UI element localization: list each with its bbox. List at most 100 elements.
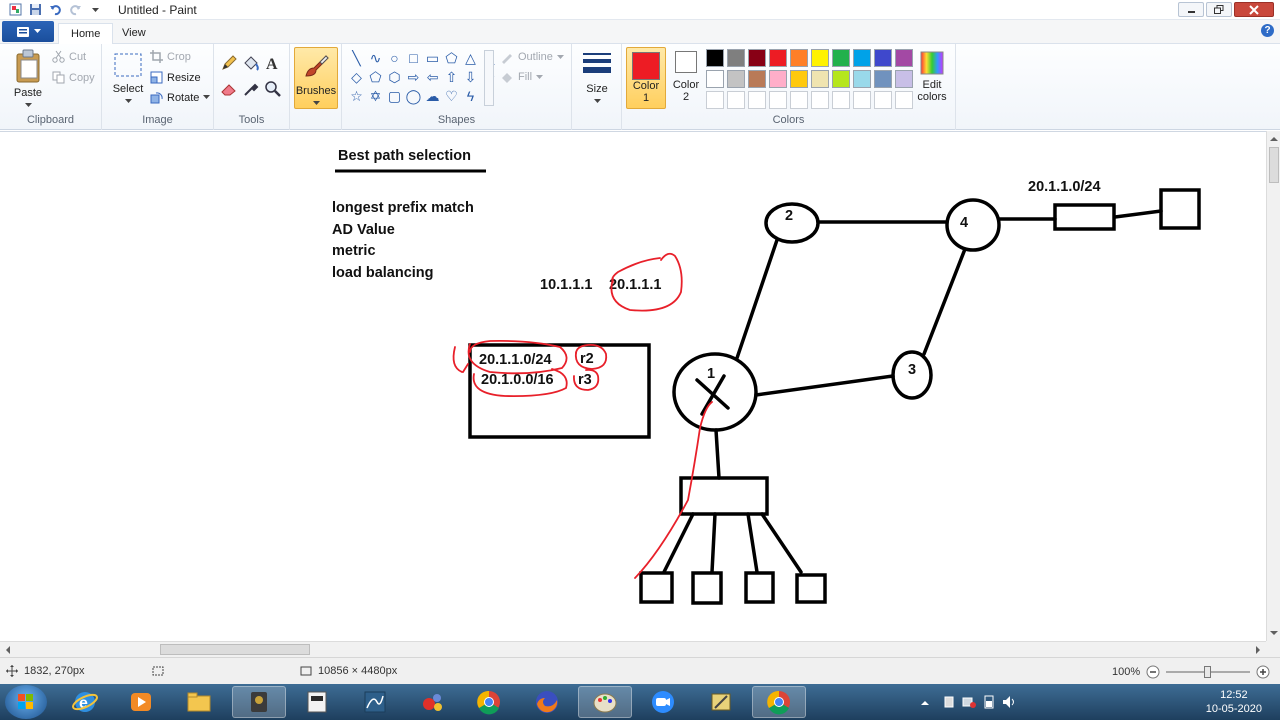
zoom-out-icon[interactable] <box>1146 665 1160 679</box>
device-icon[interactable] <box>942 695 956 709</box>
lightning-shape-icon[interactable]: ϟ <box>462 88 479 105</box>
triangle-shape-icon[interactable]: △ <box>462 50 479 67</box>
palette-swatch-14[interactable] <box>790 70 808 88</box>
fill-tool[interactable] <box>242 54 260 72</box>
shapes-scroll[interactable] <box>484 50 494 106</box>
magnifier-tool[interactable] <box>264 80 282 98</box>
cut-button[interactable]: Cut <box>52 50 86 63</box>
taskbar-molecule-app[interactable] <box>406 686 460 718</box>
palette-swatch-29[interactable] <box>895 91 913 109</box>
palette-swatch-12[interactable] <box>748 70 766 88</box>
customize-qat-icon[interactable] <box>88 2 102 16</box>
taskbar-media-player[interactable] <box>114 686 168 718</box>
text-tool[interactable]: A <box>264 54 282 72</box>
taskbar-signal-app[interactable] <box>348 686 402 718</box>
heart-shape-icon[interactable]: ♡ <box>443 88 460 105</box>
five-point-star-shape-icon[interactable]: ☆ <box>348 88 365 105</box>
six-point-star-shape-icon[interactable]: ✡ <box>367 88 384 105</box>
polygon-shape-icon[interactable]: ⬠ <box>443 50 460 67</box>
palette-swatch-6[interactable] <box>832 49 850 67</box>
horizontal-scrollbar[interactable] <box>0 641 1266 657</box>
tab-home[interactable]: Home <box>58 23 114 44</box>
palette-swatch-19[interactable] <box>895 70 913 88</box>
horizontal-scroll-thumb[interactable] <box>160 644 310 655</box>
resize-button[interactable]: Resize <box>150 71 201 84</box>
volume-icon[interactable] <box>1002 695 1018 709</box>
size-button[interactable]: Size <box>578 50 616 107</box>
taskbar-paint[interactable] <box>578 686 632 718</box>
palette-swatch-27[interactable] <box>853 91 871 109</box>
right-arrow-shape-icon[interactable]: ⇨ <box>405 69 422 86</box>
outline-button[interactable]: Outline <box>500 50 564 64</box>
taskbar-file-explorer[interactable] <box>172 686 226 718</box>
drawing-canvas[interactable]: Best path selection longest prefix match… <box>0 131 1266 641</box>
redo-icon[interactable] <box>68 2 82 16</box>
edit-colors-button[interactable]: Edit colors <box>914 50 950 103</box>
color1-button[interactable]: Color 1 <box>626 47 666 109</box>
taskbar-tool-app[interactable] <box>694 686 748 718</box>
paste-button[interactable]: Paste <box>8 48 48 111</box>
vertical-scrollbar[interactable] <box>1266 131 1280 641</box>
palette-swatch-4[interactable] <box>790 49 808 67</box>
taskbar-clock[interactable]: 12:52 10-05-2020 <box>1206 688 1262 716</box>
palette-swatch-1[interactable] <box>727 49 745 67</box>
brushes-button[interactable]: Brushes <box>294 47 338 109</box>
palette-swatch-17[interactable] <box>853 70 871 88</box>
taskbar-chrome-2[interactable] <box>752 686 806 718</box>
rounded-callout-shape-icon[interactable]: ▢ <box>386 88 403 105</box>
up-arrow-shape-icon[interactable]: ⇧ <box>443 69 460 86</box>
taskbar-zoom[interactable] <box>636 686 690 718</box>
palette-swatch-20[interactable] <box>706 91 724 109</box>
fill-button[interactable]: Fill <box>500 70 544 84</box>
crop-button[interactable]: Crop <box>150 50 191 63</box>
network-error-icon[interactable] <box>962 695 976 709</box>
oval-shape-icon[interactable]: ○ <box>386 50 403 67</box>
copy-button[interactable]: Copy <box>52 71 95 84</box>
restore-button[interactable] <box>1206 2 1232 17</box>
file-menu-button[interactable] <box>2 21 54 42</box>
taskbar-chrome-1[interactable] <box>462 686 516 718</box>
scroll-up-icon[interactable] <box>1268 134 1280 144</box>
taskbar-internet-explorer[interactable]: e <box>58 686 112 718</box>
rounded-rectangle-shape-icon[interactable]: ▭ <box>424 50 441 67</box>
pencil-tool[interactable] <box>220 54 238 72</box>
palette-swatch-9[interactable] <box>895 49 913 67</box>
palette-swatch-11[interactable] <box>727 70 745 88</box>
help-icon[interactable]: ? <box>1261 24 1274 37</box>
palette-swatch-5[interactable] <box>811 49 829 67</box>
zoom-slider-thumb[interactable] <box>1204 666 1212 678</box>
curve-shape-icon[interactable]: ∿ <box>367 50 384 67</box>
hexagon-shape-icon[interactable]: ⬡ <box>386 69 403 86</box>
close-button[interactable] <box>1234 2 1274 17</box>
diamond-shape-icon[interactable]: ◇ <box>348 69 365 86</box>
undo-icon[interactable] <box>48 2 62 16</box>
taskbar-firefox[interactable] <box>520 686 574 718</box>
save-icon[interactable] <box>28 2 42 16</box>
palette-swatch-2[interactable] <box>748 49 766 67</box>
battery-icon[interactable] <box>982 695 996 709</box>
palette-swatch-0[interactable] <box>706 49 724 67</box>
palette-swatch-22[interactable] <box>748 91 766 109</box>
palette-swatch-15[interactable] <box>811 70 829 88</box>
scroll-down-icon[interactable] <box>1268 628 1280 638</box>
tray-expand-icon[interactable] <box>920 698 930 708</box>
color-picker-tool[interactable] <box>242 80 260 98</box>
taskbar-document-app[interactable] <box>290 686 344 718</box>
palette-swatch-21[interactable] <box>727 91 745 109</box>
start-button[interactable] <box>5 685 47 719</box>
zoom-slider[interactable] <box>1166 665 1251 679</box>
palette-swatch-18[interactable] <box>874 70 892 88</box>
oval-callout-shape-icon[interactable]: ◯ <box>405 88 422 105</box>
select-button[interactable]: Select <box>108 50 148 107</box>
eraser-tool[interactable] <box>220 80 238 98</box>
taskbar-app-dark[interactable] <box>232 686 286 718</box>
palette-swatch-7[interactable] <box>853 49 871 67</box>
cloud-callout-shape-icon[interactable]: ☁ <box>424 88 441 105</box>
line-shape-icon[interactable]: ╲ <box>348 50 365 67</box>
palette-swatch-16[interactable] <box>832 70 850 88</box>
palette-swatch-3[interactable] <box>769 49 787 67</box>
down-arrow-shape-icon[interactable]: ⇩ <box>462 69 479 86</box>
paint-app-icon[interactable] <box>8 2 22 16</box>
tab-view[interactable]: View <box>110 23 158 44</box>
palette-swatch-26[interactable] <box>832 91 850 109</box>
